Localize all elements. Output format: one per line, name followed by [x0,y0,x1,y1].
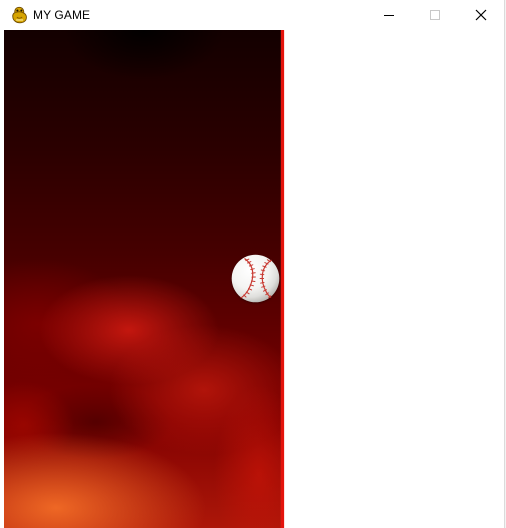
maximize-button[interactable] [412,0,458,30]
minimize-icon [384,15,394,16]
right-wall [281,30,284,528]
game-canvas[interactable] [4,30,504,528]
close-button[interactable] [458,0,504,30]
window-title: MY GAME [33,8,91,22]
maximize-icon [430,10,440,20]
screen: MY GAME [0,0,506,528]
close-icon [475,9,487,21]
game-window: MY GAME [4,0,504,528]
title-bar[interactable]: MY GAME [4,0,504,30]
minimize-button[interactable] [366,0,412,30]
baseball-icon [231,254,280,303]
pygame-snake-icon [11,6,28,24]
